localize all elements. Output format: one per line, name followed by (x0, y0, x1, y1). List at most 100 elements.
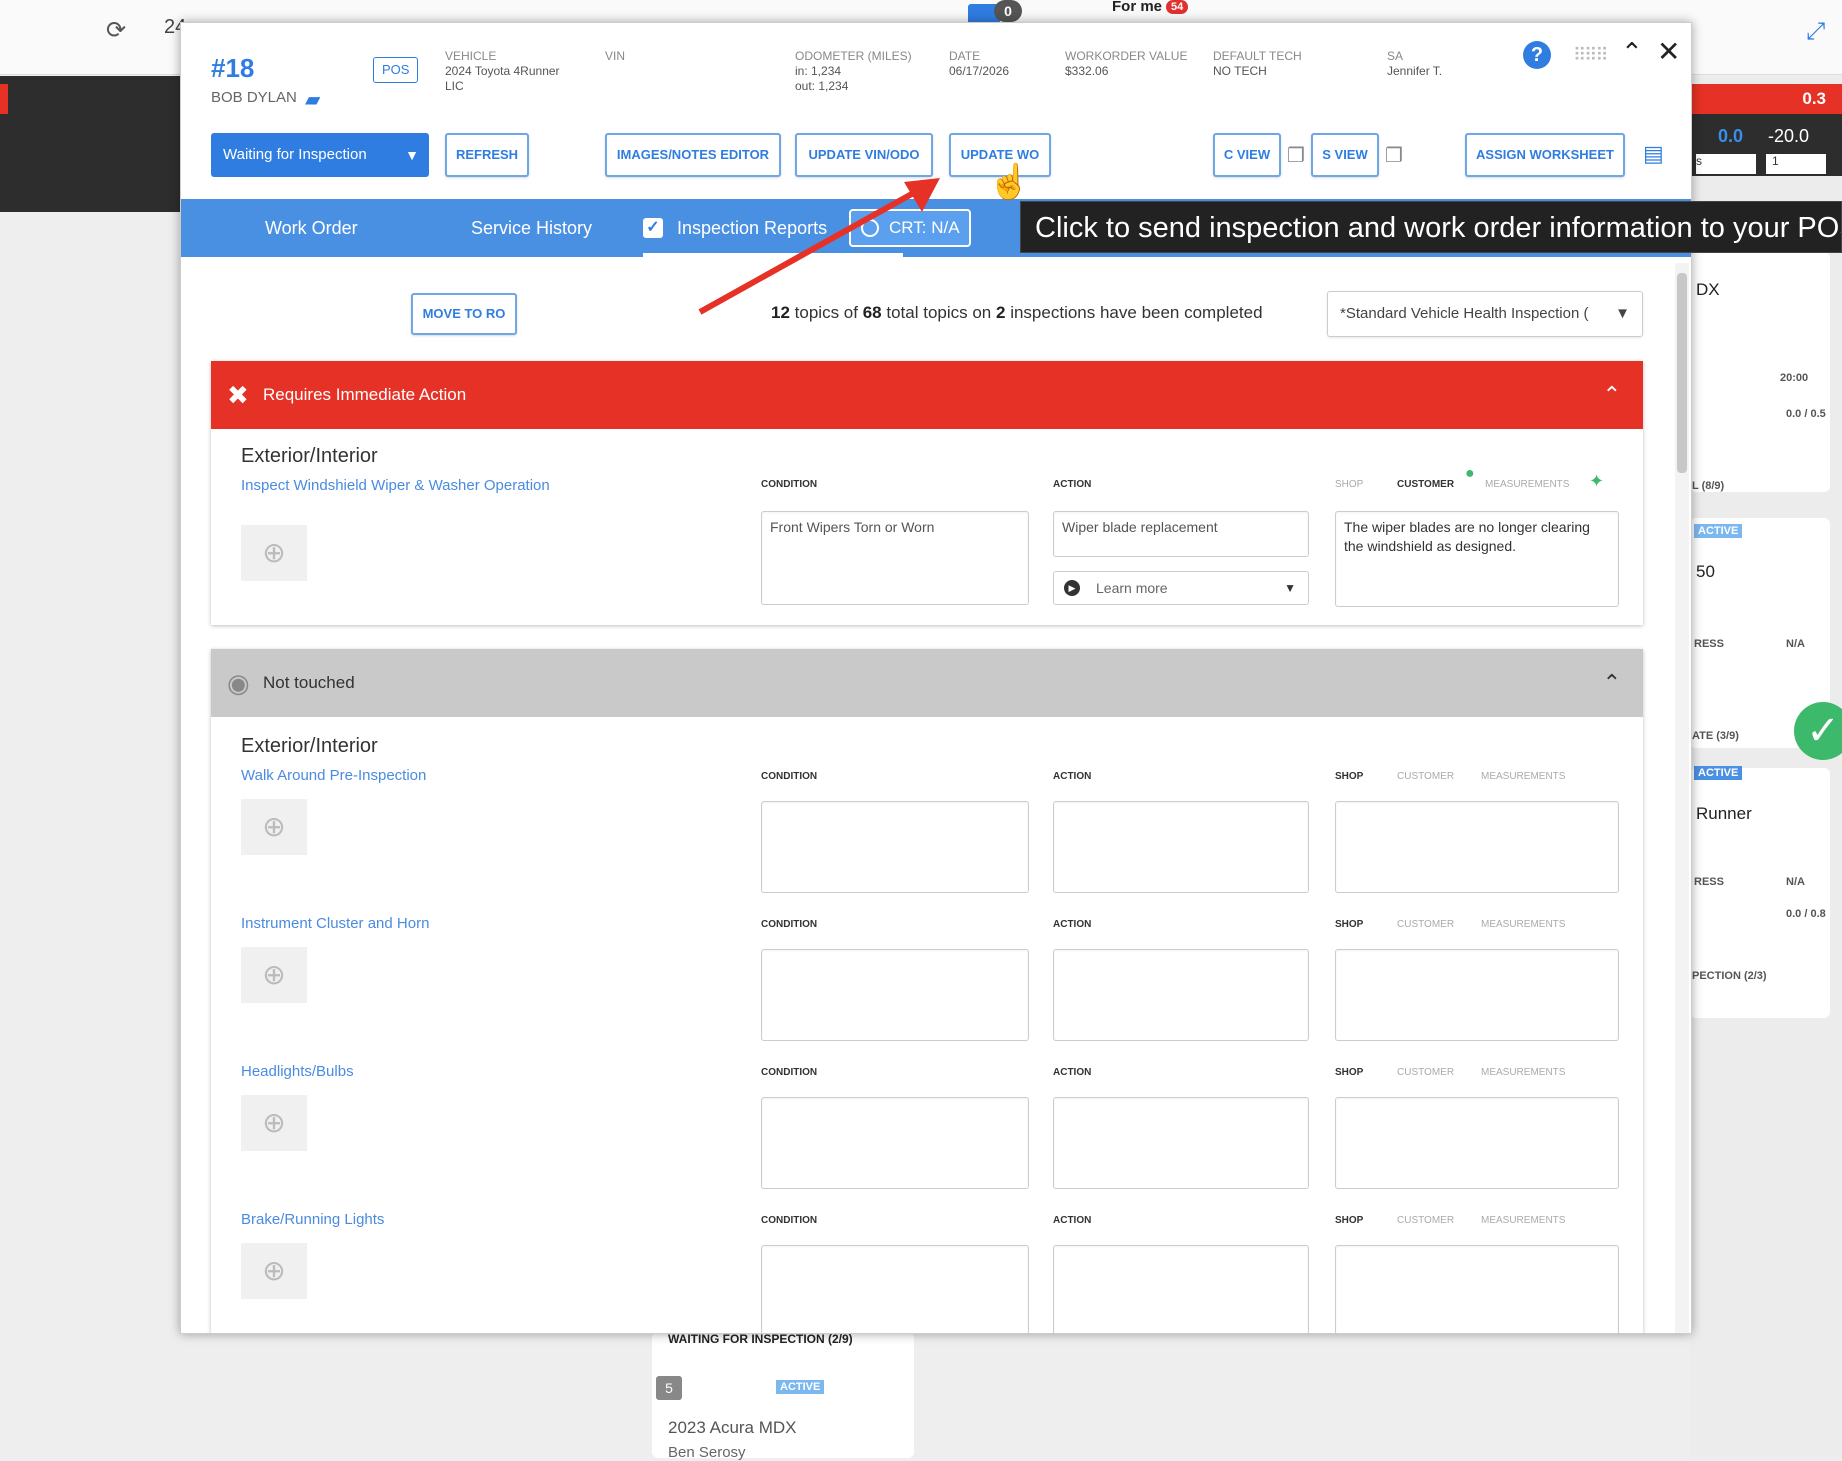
customer-label: CUSTOMER (1397, 479, 1455, 490)
rp-card-title: 50 (1696, 562, 1715, 581)
drag-grip-icon[interactable]: ⠿⠿⠿ (1573, 45, 1609, 66)
action-field[interactable]: Wiper blade replacement (1053, 511, 1309, 557)
condition-label: CONDITION (761, 479, 818, 490)
shop-label: SHOP (1335, 919, 1364, 930)
add-media-button[interactable]: ⊕ (241, 947, 307, 1003)
date-label: DATE (949, 49, 981, 63)
group-title: Exterior/Interior (241, 735, 378, 757)
odometer-field[interactable]: ODOMETER (MILES) in: 1,234 out: 1,234 (795, 49, 912, 94)
refresh-icon[interactable]: ⟳ (106, 16, 126, 45)
vin-field: VIN (605, 49, 625, 64)
notes-field[interactable]: The wiper blades are no longer clearing … (1335, 511, 1619, 607)
c-view-button[interactable]: C VIEW (1213, 133, 1281, 177)
s-view-button[interactable]: S VIEW (1311, 133, 1379, 177)
chevron-up-icon[interactable]: ⌃ (1603, 361, 1621, 429)
section-title: Not touched (263, 673, 355, 692)
condition-label: CONDITION (761, 1215, 818, 1226)
sparkle-icon[interactable]: ✦ (1589, 471, 1604, 492)
copy-icon[interactable]: ❐ (1385, 143, 1403, 168)
wo-value-field: WORKORDER VALUE $332.06 (1065, 49, 1187, 79)
action-label: ACTION (1053, 1067, 1092, 1078)
default-tech-label: DEFAULT TECH (1213, 49, 1302, 63)
rp-card-title: DX (1696, 280, 1720, 299)
scrollbar[interactable] (1675, 263, 1689, 1333)
move-to-ro-button[interactable]: MOVE TO RO (411, 293, 517, 335)
sa-field[interactable]: SA Jennifer T. (1387, 49, 1442, 79)
summary-text-c: inspections have been completed (1010, 303, 1263, 322)
chevron-up-icon[interactable]: ⌃ (1603, 649, 1621, 717)
condition-field[interactable]: Front Wipers Torn or Worn (761, 511, 1029, 605)
chat-icon[interactable]: ▰ (305, 87, 320, 112)
rp-card-label: L (8/9) (1692, 480, 1725, 492)
for-me-filter[interactable]: For me (1112, 0, 1162, 15)
notes-field[interactable] (1335, 1097, 1619, 1189)
section-header[interactable]: ◉ Not touched ⌃ (211, 649, 1643, 717)
expand-icon[interactable]: ⤢ (1806, 18, 1825, 46)
rp-select-b[interactable]: 1 (1766, 154, 1826, 174)
odometer-in: in: 1,234 (795, 64, 842, 78)
action-field[interactable] (1053, 1245, 1309, 1333)
action-field[interactable] (1053, 949, 1309, 1041)
customer-label: CUSTOMER (1397, 919, 1455, 930)
measurements-label: MEASUREMENTS (1481, 919, 1566, 930)
vehicle-plate: LIC (445, 79, 464, 93)
condition-field[interactable] (761, 801, 1029, 893)
background-ro-card[interactable] (652, 1332, 914, 1458)
section-header[interactable]: ✖ Requires Immediate Action ⌃ (211, 361, 1643, 429)
condition-field[interactable] (761, 949, 1029, 1041)
action-field[interactable] (1053, 1097, 1309, 1189)
measurements-label: MEASUREMENTS (1481, 771, 1566, 782)
inspection-select[interactable]: *Standard Vehicle Health Inspection ( ▼ (1327, 291, 1643, 337)
section-requires-immediate-action: ✖ Requires Immediate Action ⌃ Exterior/I… (211, 361, 1643, 625)
vehicle-value: 2024 Toyota 4Runner (445, 64, 560, 78)
action-label: ACTION (1053, 1215, 1092, 1226)
learn-more-dropdown[interactable]: ▶ Learn more ▼ (1053, 571, 1309, 605)
notes-field[interactable] (1335, 1245, 1619, 1333)
add-media-button[interactable]: ⊕ (241, 799, 307, 855)
item-title[interactable]: Headlights/Bulbs (241, 1063, 354, 1080)
notes-field[interactable] (1335, 801, 1619, 893)
action-field[interactable] (1053, 801, 1309, 893)
rp-progress-label: RESS (1694, 638, 1724, 650)
background-right-panel: 0.3 0.0 -20.0 s 1 DX 20:00 0.0 / 0.5 L (… (1690, 76, 1842, 1458)
annotation-arrow (698, 178, 940, 315)
customer-label: CUSTOMER (1397, 1067, 1455, 1078)
add-media-button[interactable]: ⊕ (241, 525, 307, 581)
refresh-button[interactable]: REFRESH (445, 133, 529, 177)
tab-work-order[interactable]: Work Order (265, 199, 358, 257)
item-title[interactable]: Brake/Running Lights (241, 1211, 384, 1228)
item-title[interactable]: Inspect Windshield Wiper & Washer Operat… (241, 477, 550, 494)
collapse-icon[interactable]: ⌃ (1621, 37, 1643, 68)
condition-field[interactable] (761, 1245, 1029, 1333)
add-media-button[interactable]: ⊕ (241, 1243, 307, 1299)
rp-card-label: PECTION (2/3) (1692, 970, 1767, 982)
scrollbar-thumb[interactable] (1677, 273, 1687, 473)
check-circle-icon: ◉ (227, 668, 250, 698)
inspection-select-value: *Standard Vehicle Health Inspection ( (1340, 305, 1589, 322)
message-icon[interactable]: ▤ (1643, 141, 1664, 167)
urgent-x-icon: ✖ (227, 380, 249, 410)
pos-button[interactable]: POS (373, 57, 419, 83)
ro-card-status-label: WAITING FOR INSPECTION (2/9) (668, 1332, 853, 1346)
tab-service-history[interactable]: Service History (471, 199, 592, 257)
rp-dark-row: 0.0 -20.0 s 1 (1690, 114, 1842, 176)
item-title[interactable]: Instrument Cluster and Horn (241, 915, 429, 932)
arrow-line (698, 183, 928, 315)
copy-icon[interactable]: ❐ (1287, 143, 1305, 168)
group-title: Exterior/Interior (241, 445, 378, 467)
customer-check-icon: ● (1465, 465, 1475, 482)
ro-card-tag: ACTIVE (776, 1380, 825, 1394)
rp-card-progress: 0.0 / 0.5 (1786, 408, 1826, 420)
item-title[interactable]: Walk Around Pre-Inspection (241, 767, 426, 784)
notes-field[interactable] (1335, 949, 1619, 1041)
assign-worksheet-button[interactable]: ASSIGN WORKSHEET (1465, 133, 1625, 177)
close-icon[interactable]: ✕ (1657, 35, 1680, 68)
date-field: DATE 06/17/2026 (949, 49, 1009, 79)
ro-number: #18 (211, 53, 255, 83)
condition-field[interactable] (761, 1097, 1029, 1189)
default-tech-field[interactable]: DEFAULT TECH NO TECH (1213, 49, 1302, 79)
status-dropdown[interactable]: Waiting for Inspection ▼ (211, 133, 429, 177)
help-icon[interactable]: ? (1523, 41, 1551, 69)
rp-select-a[interactable]: s (1696, 154, 1756, 174)
add-media-button[interactable]: ⊕ (241, 1095, 307, 1151)
